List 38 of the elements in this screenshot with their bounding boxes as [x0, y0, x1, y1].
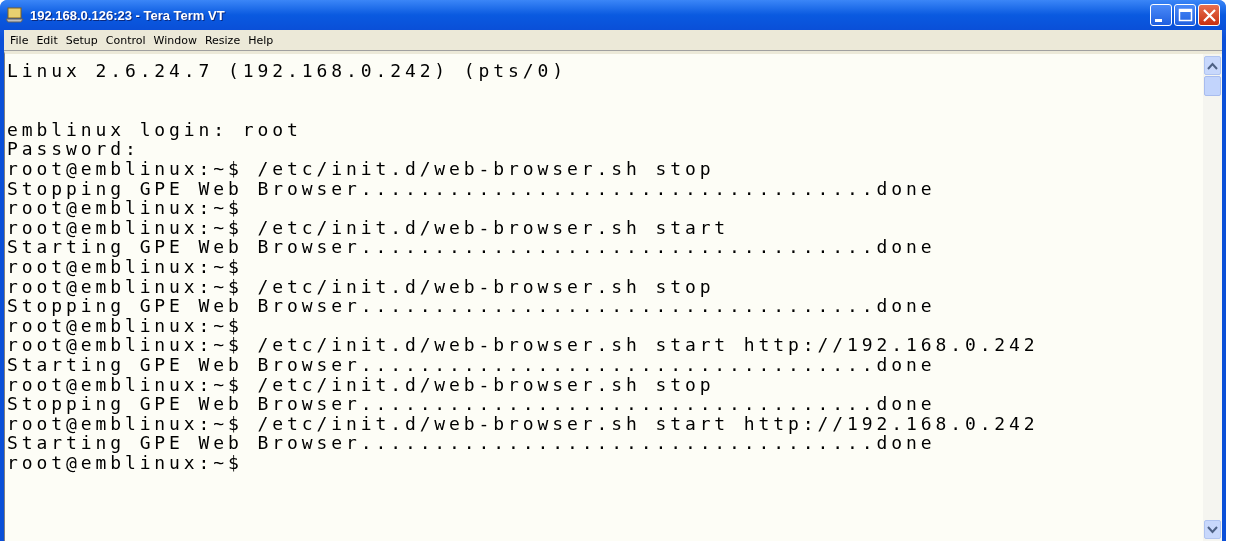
minimize-icon — [1155, 18, 1162, 22]
terminal-line: Starting GPE Web Browser...................................done — [7, 237, 936, 257]
terminal-line: emblinux login: root — [7, 119, 302, 140]
minimize-button[interactable] — [1150, 4, 1172, 26]
terminal-line: root@emblinux:~$ — [7, 452, 243, 473]
terminal-line: Stopping GPE Web Browser...................................done — [7, 296, 936, 316]
menu-item[interactable]: Setup — [61, 33, 102, 47]
menu-item[interactable]: Resize — [200, 33, 245, 47]
window-title: 192.168.0.126:23 - Tera Term VT — [30, 7, 226, 23]
terminal-icon — [6, 7, 24, 23]
terminal-line: root@emblinux:~$ — [7, 315, 243, 336]
maximize-button[interactable] — [1174, 4, 1196, 26]
terminal-line: root@emblinux:~$ /etc/init.d/web-browser.sh start http://192.168.0.242 — [7, 413, 1039, 434]
terminal-line: root@emblinux:~$ /etc/init.d/web-browser.sh stop — [7, 276, 715, 297]
menu-item[interactable]: Control — [101, 33, 150, 47]
terminal-line: Starting GPE Web Browser...................................done — [7, 433, 936, 453]
terminal-line: root@emblinux:~$ /etc/init.d/web-browser.sh start — [7, 217, 730, 238]
terminal-line: root@emblinux:~$ — [7, 198, 243, 218]
scroll-down-button[interactable] — [1204, 520, 1221, 539]
terminal-line: Starting GPE Web Browser...................................done — [7, 354, 936, 375]
menu-item[interactable]: Window — [149, 33, 201, 47]
caret-up-icon — [1207, 61, 1218, 70]
terminal-line: Stopping GPE Web Browser...................................done — [7, 394, 936, 414]
terminal-line: Stopping GPE Web Browser...................................done — [7, 178, 936, 199]
menu-item[interactable]: Help — [244, 33, 278, 47]
terminal-line: root@emblinux:~$ /etc/init.d/web-browser.sh stop — [7, 158, 715, 179]
close-button[interactable] — [1198, 4, 1220, 26]
terminal-line: root@emblinux:~$ — [7, 256, 243, 277]
terminal-line: root@emblinux:~$ /etc/init.d/web-browser.sh start http://192.168.0.242 — [7, 335, 1039, 355]
scroll-thumb[interactable] — [1204, 76, 1221, 96]
menu-item[interactable]: File — [6, 33, 33, 47]
menu-item[interactable]: Edit — [32, 33, 62, 47]
scroll-up-button[interactable] — [1204, 56, 1221, 75]
terminal-line: Linux 2.6.24.7 (192.168.0.242) (pts/0) — [7, 61, 567, 81]
terminal-line: Password: — [7, 139, 140, 159]
terminal-line: root@emblinux:~$ /etc/init.d/web-browser.sh stop — [7, 374, 715, 395]
scrollbar[interactable] — [1203, 54, 1222, 541]
caret-down-icon — [1207, 525, 1218, 534]
